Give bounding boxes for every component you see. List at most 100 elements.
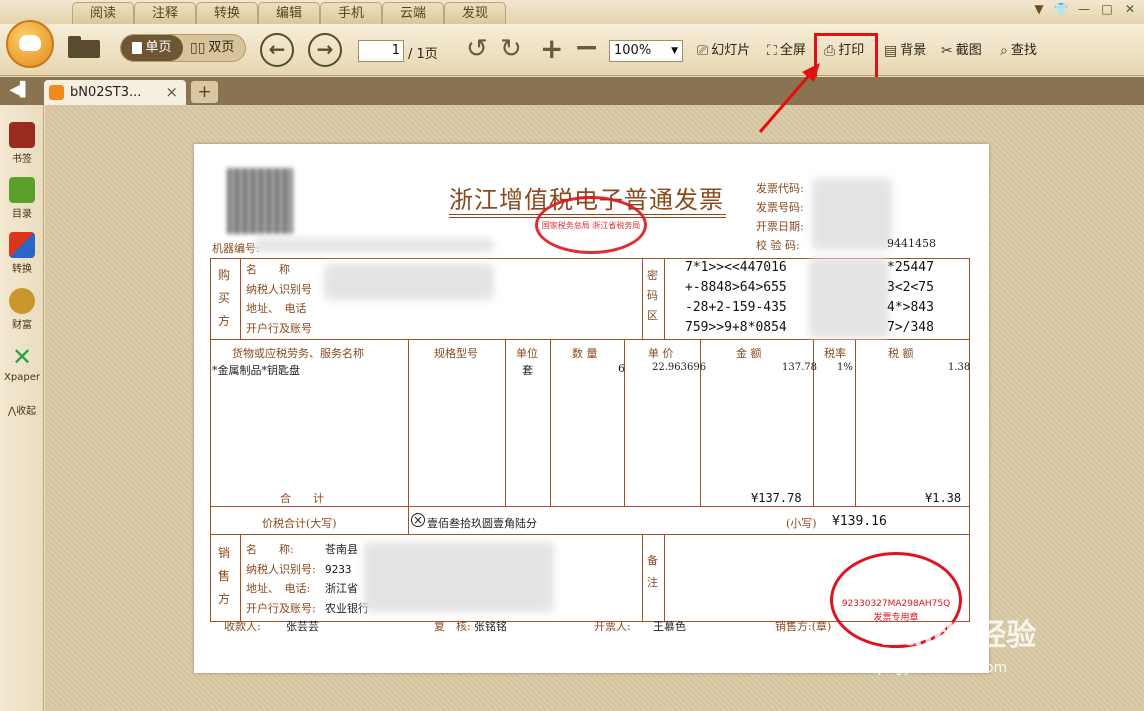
search-icon: ⌕	[1000, 43, 1008, 59]
zoom-in-icon[interactable]: +	[540, 32, 563, 65]
double-page-icon: ▯▯	[190, 40, 206, 56]
item-qty: 6	[618, 362, 625, 375]
sidebar-item-wealth[interactable]: 财富	[0, 288, 44, 331]
prev-page-icon[interactable]: ←	[260, 33, 294, 67]
header-unit: 单位	[516, 347, 538, 360]
machine-number-label: 机器编号:	[212, 242, 260, 255]
chevron-down-icon: ▼	[671, 46, 678, 56]
page-number-input[interactable]: 1	[358, 40, 404, 62]
sum-small: ¥139.16	[832, 514, 887, 529]
sidebar-item-toc[interactable]: 目录	[0, 177, 44, 220]
close-window-icon[interactable]: ✕	[1121, 2, 1139, 16]
buyer-side-label: 购买方	[218, 268, 231, 328]
item-rate: 1%	[837, 362, 853, 373]
tax-bureau-stamp: 国家税务总局 浙江省税务局	[535, 196, 647, 254]
menu-tab-edit[interactable]: 编辑	[258, 2, 320, 24]
toc-icon	[9, 177, 35, 203]
remark-side-label: 备注	[647, 554, 658, 589]
background-button[interactable]: ▤ 背景	[884, 42, 926, 60]
drawer-name: 王慕色	[653, 620, 686, 633]
header-price: 单 价	[648, 347, 674, 360]
sidebar-item-xpaper[interactable]: ✕ Xpaper	[0, 344, 44, 383]
item-unit: 套	[522, 364, 533, 377]
document-tab[interactable]: bN02ST3... ×	[44, 80, 186, 105]
app-logo-icon[interactable]	[6, 20, 54, 68]
payee-label: 收款人:	[224, 620, 261, 633]
sidebar-item-bookmarks[interactable]: 书签	[0, 122, 44, 165]
collapse-icon: ⋀	[7, 406, 17, 417]
add-tab-button[interactable]: +	[191, 81, 218, 103]
bookmark-icon	[9, 122, 35, 148]
circle-x-icon: ×	[411, 513, 425, 527]
item-amount: 137.78	[782, 362, 817, 373]
money-bag-icon	[9, 288, 35, 314]
menu-tab-convert[interactable]: 转换	[196, 2, 258, 24]
menu-tab-read[interactable]: 阅读	[72, 2, 134, 24]
menu-tab-discover[interactable]: 发现	[444, 2, 506, 24]
redacted-area	[812, 178, 892, 250]
header-goods: 货物或应税劳务、服务名称	[232, 347, 364, 360]
zoom-select[interactable]: 100% ▼	[609, 40, 683, 62]
redacted-area	[324, 264, 494, 300]
redacted-area	[364, 542, 554, 612]
rotate-right-icon[interactable]: ↻	[500, 34, 522, 64]
menu-tab-annotate[interactable]: 注释	[134, 2, 196, 24]
menu-dropdown-icon[interactable]: ▼	[1030, 2, 1048, 16]
maximize-icon[interactable]: □	[1098, 2, 1116, 16]
collapse-panel-icon[interactable]: ◀▌	[6, 82, 34, 100]
xpaper-icon: ✕	[11, 343, 33, 371]
cipher-text-tail: *25447 3<2<75 4*>843 7>/348	[887, 260, 934, 335]
total-label: 合 计	[280, 492, 324, 505]
header-rate: 税率	[824, 347, 846, 360]
invoice-page: 机器编号: 浙江增值税电子普通发票 国家税务总局 浙江省税务局 发票代码: 发票…	[194, 144, 989, 673]
annotation-arrow	[758, 63, 820, 133]
seller-seal-label: 销售方:(章)	[775, 620, 832, 633]
sum-label: 价税合计(大写)	[262, 517, 337, 530]
item-name: *金属制品*钥匙盘	[212, 364, 300, 377]
seller-side-label: 销售方	[218, 546, 231, 606]
search-button[interactable]: ⌕ 查找	[1000, 42, 1037, 60]
sidebar-collapse-button[interactable]: ⋀收起	[0, 402, 44, 417]
scissors-icon: ✂	[941, 43, 953, 59]
pdf-file-icon	[49, 85, 64, 100]
zoom-out-icon[interactable]: −	[574, 30, 599, 65]
screenshot-button[interactable]: ✂ 截图	[941, 42, 982, 60]
minimize-icon[interactable]: —	[1075, 2, 1093, 16]
watermark-url: jingyan.baidu.com	[878, 660, 1008, 676]
slideshow-icon: ⎚	[697, 43, 709, 59]
redacted-area	[254, 238, 494, 252]
header-spec: 规格型号	[434, 347, 478, 360]
item-tax: 1.38	[948, 362, 971, 373]
check-code-tail: 9441458	[887, 237, 936, 250]
buyer-fields: 名 称 纳税人识别号 地址、 电话 开户行及账号	[246, 263, 312, 335]
reviewer-name: 张铭铭	[474, 620, 507, 633]
seller-values: 苍南县 9233 浙江省 农业银行	[325, 543, 369, 615]
single-page-icon	[132, 42, 143, 54]
item-price: 22.963696	[652, 362, 707, 373]
cipher-side-label: 密码区	[647, 269, 658, 322]
rotate-left-icon[interactable]: ↺	[466, 34, 488, 64]
menu-tab-mobile[interactable]: 手机	[320, 2, 382, 24]
single-page-button[interactable]: 单页	[121, 35, 183, 61]
skin-icon[interactable]: 👕	[1052, 2, 1070, 16]
slideshow-button[interactable]: ⎚ 幻灯片	[697, 42, 750, 60]
sum-words: 壹佰叁拾玖圆壹角陆分	[427, 517, 537, 530]
watermark-brand: Baidu经验	[880, 618, 1037, 653]
double-page-button[interactable]: ▯▯ 双页	[190, 39, 234, 57]
seller-fields: 名 称: 纳税人识别号: 地址、 电话: 开户行及账号:	[246, 543, 316, 615]
sidebar-item-convert[interactable]: 转换	[0, 232, 44, 275]
header-tax: 税 额	[888, 347, 914, 360]
header-qty: 数 量	[572, 347, 598, 360]
next-page-icon[interactable]: →	[308, 33, 342, 67]
close-tab-icon[interactable]: ×	[165, 80, 178, 105]
redacted-area	[809, 258, 889, 338]
reviewer-label: 复 核:	[434, 620, 471, 633]
header-amount: 金 额	[736, 347, 762, 360]
open-folder-icon[interactable]	[68, 36, 100, 58]
payee-name: 张芸芸	[286, 620, 319, 633]
background-icon: ▤	[884, 43, 898, 59]
total-amount: ¥137.78	[751, 491, 802, 505]
drawer-label: 开票人:	[594, 620, 631, 633]
page-total: / 1页	[408, 47, 438, 62]
menu-tab-cloud[interactable]: 云端	[382, 2, 444, 24]
